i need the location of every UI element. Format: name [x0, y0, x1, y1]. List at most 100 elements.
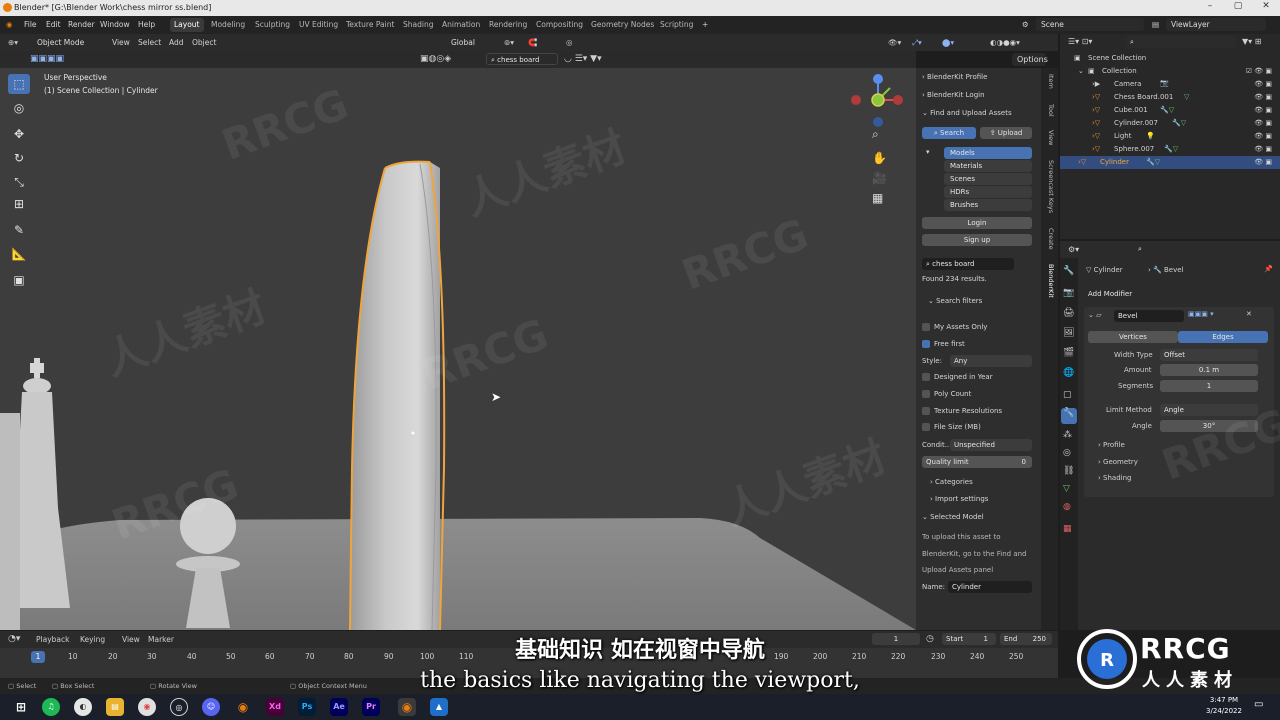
file-explorer-icon[interactable]: ▤ — [106, 698, 124, 716]
vertices-tab-button[interactable]: Vertices — [1088, 331, 1178, 343]
asset-type-materials[interactable]: Materials — [944, 160, 1032, 172]
properties-editor-icon[interactable]: ⚙▾ — [1068, 245, 1079, 254]
overlay-toggle-icon[interactable]: ⬤▾ — [942, 38, 954, 47]
menu-select[interactable]: Select — [138, 38, 161, 47]
workspace-tab-shading[interactable]: Shading — [399, 18, 437, 32]
modifier-collapse-icon[interactable]: ⌄ ▱ — [1088, 311, 1101, 319]
navigation-gizmo[interactable]: ⌕ ✋ 🎥 ▦ — [846, 70, 912, 210]
tool-tab-icon[interactable]: 🔧 — [1063, 266, 1074, 276]
workspace-tab-uv-editing[interactable]: UV Editing — [295, 18, 342, 32]
condition-dropdown[interactable]: Unspecified — [950, 439, 1032, 451]
name-field[interactable]: Cylinder — [948, 581, 1032, 593]
menu-window[interactable]: Window — [100, 20, 130, 29]
transform-icon[interactable]: ⊞ — [8, 194, 30, 214]
modifier-remove-icon[interactable]: ✕ — [1246, 310, 1252, 318]
photoshop-icon[interactable]: Ps — [298, 698, 316, 716]
after-effects-icon[interactable]: Ae — [330, 698, 348, 716]
outliner-search[interactable]: ⌕ — [1126, 36, 1236, 48]
menu-edit[interactable]: Edit — [46, 20, 61, 29]
data-tab-icon[interactable]: ▽ — [1063, 484, 1070, 494]
sidebar-tab-tool[interactable]: Tool — [1047, 104, 1055, 117]
designed-in-year-checkbox[interactable]: Designed in Year — [922, 373, 993, 381]
object-mode-dropdown[interactable]: Object Mode — [32, 36, 98, 49]
amount-field[interactable]: 0.1 m — [1160, 364, 1258, 376]
segments-field[interactable]: 1 — [1160, 380, 1258, 392]
menu-file[interactable]: File — [24, 20, 37, 29]
cylinder-007-toggles[interactable]: 👁 ▣ — [1254, 119, 1272, 127]
rotate-icon[interactable]: ↻ — [8, 148, 30, 168]
proportional-edit-icon[interactable]: ◎ — [566, 38, 573, 47]
pin-icon[interactable]: 📌 — [1264, 265, 1273, 273]
outliner-row-scene-collection[interactable]: ▣ Scene Collection — [1060, 52, 1280, 65]
outliner-row-cube[interactable]: ›▽ Cube.001 🔧▽ 👁 ▣ — [1060, 104, 1280, 117]
taskbar-date[interactable]: 3/24/2022 — [1204, 707, 1244, 715]
menu-help[interactable]: Help — [138, 20, 155, 29]
minimize-icon[interactable]: – — [1196, 1, 1224, 15]
scene-tab-icon[interactable]: 🎬 — [1063, 348, 1074, 358]
asset-type-hdrs[interactable]: HDRs — [944, 186, 1032, 198]
shading-section[interactable]: › Shading — [1098, 474, 1131, 482]
search-filters-header[interactable]: ⌄ Search filters — [928, 297, 982, 305]
sidebar-tab-create[interactable]: Create — [1047, 228, 1055, 250]
quality-limit-slider[interactable]: Quality limit 0 — [922, 456, 1032, 468]
asset-type-brushes[interactable]: Brushes — [944, 199, 1032, 211]
gizmo-toggle-icon[interactable]: ⤢▾ — [912, 38, 922, 48]
upload-tab-button[interactable]: ⇪ Upload — [980, 127, 1032, 139]
menu-add[interactable]: Add — [169, 38, 184, 47]
render-tab-icon[interactable]: 📷 — [1063, 288, 1074, 298]
add-workspace-icon[interactable]: + — [702, 20, 708, 29]
spotify-icon[interactable]: ♫ — [42, 698, 60, 716]
import-settings-header[interactable]: › Import settings — [930, 495, 988, 503]
blender-taskbar-icon[interactable]: ◉ — [234, 698, 252, 716]
premiere-icon[interactable]: Pr — [362, 698, 380, 716]
taskbar-clock[interactable]: 3:47 PM — [1204, 696, 1244, 704]
add-modifier-dropdown[interactable]: Add Modifier — [1084, 288, 1272, 300]
cursor-icon[interactable]: ◎ — [8, 98, 30, 118]
visibility-icon[interactable]: 👁▾ — [888, 38, 901, 47]
snap-icon[interactable]: 🧲 — [528, 38, 537, 47]
view-layer-tab-icon[interactable]: 🖼 — [1063, 328, 1074, 338]
properties-search[interactable]: ⌕ — [1134, 243, 1270, 255]
outliner-row-sphere[interactable]: ›▽ Sphere.007 🔧▽ 👁 ▣ — [1060, 143, 1280, 156]
outliner-editor-icon[interactable]: ☰▾ ⊡▾ — [1068, 37, 1092, 46]
object-tab-icon[interactable]: ▢ — [1063, 390, 1072, 400]
windows-start-icon[interactable]: ⊞ — [12, 698, 30, 716]
filter-icon[interactable]: ◡ ☰▾ ▼▾ — [564, 54, 602, 64]
geometry-section[interactable]: › Geometry — [1098, 458, 1138, 466]
light-toggles[interactable]: 👁 ▣ — [1254, 132, 1272, 140]
profile-section[interactable]: › Profile — [1098, 441, 1125, 449]
shading-modes-icon[interactable]: ◐◑●◉▾ — [990, 38, 1020, 47]
sidebar-tab-blenderkit[interactable]: BlenderKit — [1047, 264, 1055, 298]
asset-type-collapse-icon[interactable]: ▾ — [926, 148, 930, 156]
edges-tab-button[interactable]: Edges — [1178, 331, 1268, 343]
asset-type-scenes[interactable]: Scenes — [944, 173, 1032, 185]
pivot-icon[interactable]: ⊚▾ — [504, 38, 514, 47]
texture-resolutions-checkbox[interactable]: Texture Resolutions — [922, 407, 1002, 415]
blenderkit-search-bar[interactable]: ⌕ chess board — [486, 53, 558, 65]
measure-icon[interactable]: 📐 — [8, 244, 30, 264]
workspace-tab-sculpting[interactable]: Sculpting — [251, 18, 294, 32]
free-first-checkbox[interactable]: Free first — [922, 340, 965, 348]
steam-icon[interactable]: ◎ — [170, 698, 188, 716]
photos-icon[interactable]: ▲ — [430, 698, 448, 716]
my-assets-only-checkbox[interactable]: My Assets Only — [922, 323, 987, 331]
login-button[interactable]: Login — [922, 217, 1032, 229]
menu-view[interactable]: View — [112, 38, 130, 47]
workspace-tab-modeling[interactable]: Modeling — [207, 18, 249, 32]
outliner-filter-icon[interactable]: ▼▾ ⊞ — [1242, 37, 1261, 46]
menu-object[interactable]: Object — [192, 38, 216, 47]
workspace-tab-texture-paint[interactable]: Texture Paint — [342, 18, 398, 32]
workspace-tab-geometry-nodes[interactable]: Geometry Nodes — [587, 18, 658, 32]
particles-tab-icon[interactable]: ⁂ — [1063, 430, 1072, 440]
modifier-visibility-icons[interactable]: ▣▣▣ ▾ — [1188, 310, 1214, 318]
sphere-toggles[interactable]: 👁 ▣ — [1254, 145, 1272, 153]
outliner-row-cylinder-007[interactable]: ›▽ Cylinder.007 🔧▽ 👁 ▣ — [1060, 117, 1280, 130]
categories-header[interactable]: › Categories — [930, 478, 973, 486]
selected-model-header[interactable]: ⌄ Selected Model — [922, 513, 984, 521]
cube-toggles[interactable]: 👁 ▣ — [1254, 106, 1272, 114]
camera-toggles[interactable]: 👁 ▣ — [1254, 80, 1272, 88]
notification-icon[interactable]: ▭ — [1254, 699, 1263, 710]
maximize-icon[interactable]: ▢ — [1224, 1, 1252, 15]
outliner-row-chess-board[interactable]: ›▽ Chess Board.001 ▽ 👁 ▣ — [1060, 91, 1280, 104]
close-icon[interactable]: ✕ — [1252, 1, 1280, 15]
